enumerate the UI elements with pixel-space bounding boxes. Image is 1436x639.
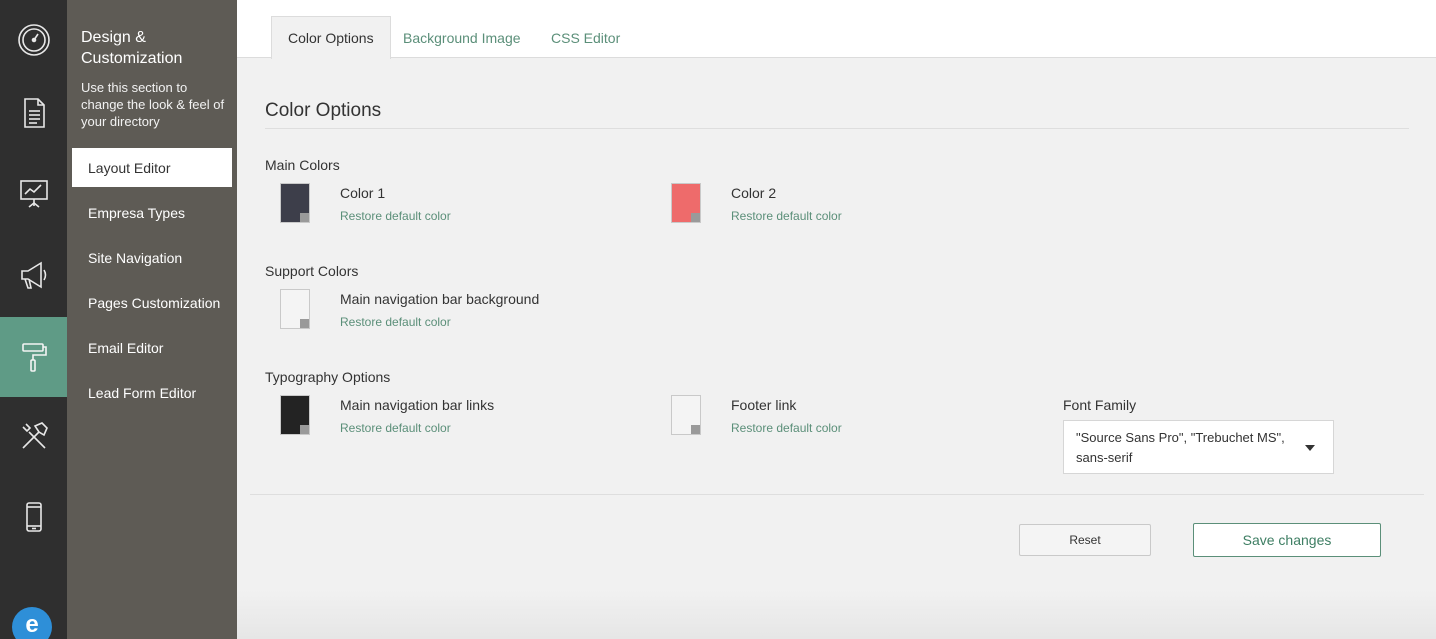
main-content: Color Options Background Image CSS Edito… [237, 0, 1436, 639]
bottom-shade [237, 590, 1436, 639]
sidebar-item-layout-editor[interactable]: Layout Editor [72, 148, 232, 187]
presentation-icon [19, 180, 48, 208]
tools-icon [21, 422, 48, 449]
color-2-swatch[interactable] [671, 183, 701, 223]
nav-bar-background-swatch[interactable] [280, 289, 310, 329]
sidebar-title: Design & Customization [81, 29, 183, 67]
title-divider [265, 128, 1409, 129]
footer-link-name: Footer link [731, 397, 797, 413]
nav-bar-links-swatch[interactable] [280, 395, 310, 435]
icon-rail: e [0, 0, 67, 639]
footer-link-swatch[interactable] [671, 395, 701, 435]
rail-dashboard[interactable] [0, 0, 67, 80]
main-colors-label: Main Colors [265, 157, 340, 173]
font-family-select[interactable]: "Source Sans Pro", "Trebuchet MS", sans-… [1063, 420, 1334, 474]
sidebar-item-lead-form-editor[interactable]: Lead Form Editor [72, 373, 232, 412]
rail-pages[interactable] [0, 73, 67, 153]
rail-tools[interactable] [0, 396, 67, 476]
swatch-corner [300, 425, 309, 434]
swatch-corner [300, 319, 309, 328]
nav-bar-background-restore-link[interactable]: Restore default color [340, 315, 451, 329]
rail-reports[interactable] [0, 153, 67, 233]
sidebar-description: Use this section to change the look & fe… [81, 80, 225, 129]
font-family-value: "Source Sans Pro", "Trebuchet MS", sans-… [1076, 430, 1285, 465]
font-family-label: Font Family [1063, 397, 1137, 413]
color-1-name: Color 1 [340, 185, 386, 201]
nav-bar-links-name: Main navigation bar links [340, 397, 495, 413]
color-2-name: Color 2 [731, 185, 777, 201]
color-2-restore-link[interactable]: Restore default color [731, 209, 842, 223]
tab-background-image[interactable]: Background Image [387, 16, 537, 59]
megaphone-icon [20, 261, 46, 289]
avatar[interactable]: e [12, 607, 52, 639]
mobile-icon [25, 502, 42, 532]
swatch-corner [691, 213, 700, 222]
save-changes-button[interactable]: Save changes [1193, 523, 1381, 557]
rail-marketing[interactable] [0, 235, 67, 315]
footer-divider [250, 494, 1424, 495]
sidebar-item-site-navigation[interactable]: Site Navigation [72, 238, 232, 277]
dashboard-icon [17, 24, 50, 56]
rail-mobile[interactable] [0, 477, 67, 557]
tab-bar: Color Options Background Image CSS Edito… [237, 0, 1436, 59]
sidebar-item-empresa-types[interactable]: Empresa Types [72, 193, 232, 232]
swatch-corner [300, 213, 309, 222]
swatch-corner [691, 425, 700, 434]
support-colors-label: Support Colors [265, 263, 359, 279]
footer-link-restore-link[interactable]: Restore default color [731, 421, 842, 435]
caret-down-icon [1305, 445, 1315, 451]
color-1-swatch[interactable] [280, 183, 310, 223]
nav-bar-background-name: Main navigation bar background [340, 291, 540, 307]
document-icon [23, 98, 45, 128]
reset-button[interactable]: Reset [1019, 524, 1151, 556]
nav-bar-links-restore-link[interactable]: Restore default color [340, 421, 451, 435]
tab-css-editor[interactable]: CSS Editor [535, 16, 636, 59]
color-1-restore-link[interactable]: Restore default color [340, 209, 451, 223]
paint-roller-icon [21, 343, 47, 372]
sidebar-item-pages-customization[interactable]: Pages Customization [72, 283, 232, 322]
rail-design[interactable] [0, 317, 67, 397]
section-sidebar: Design & Customization Use this section … [67, 0, 237, 639]
sidebar-item-email-editor[interactable]: Email Editor [72, 328, 232, 367]
typography-options-label: Typography Options [265, 369, 391, 385]
page-title: Color Options [265, 100, 382, 121]
tab-color-options[interactable]: Color Options [271, 16, 391, 59]
